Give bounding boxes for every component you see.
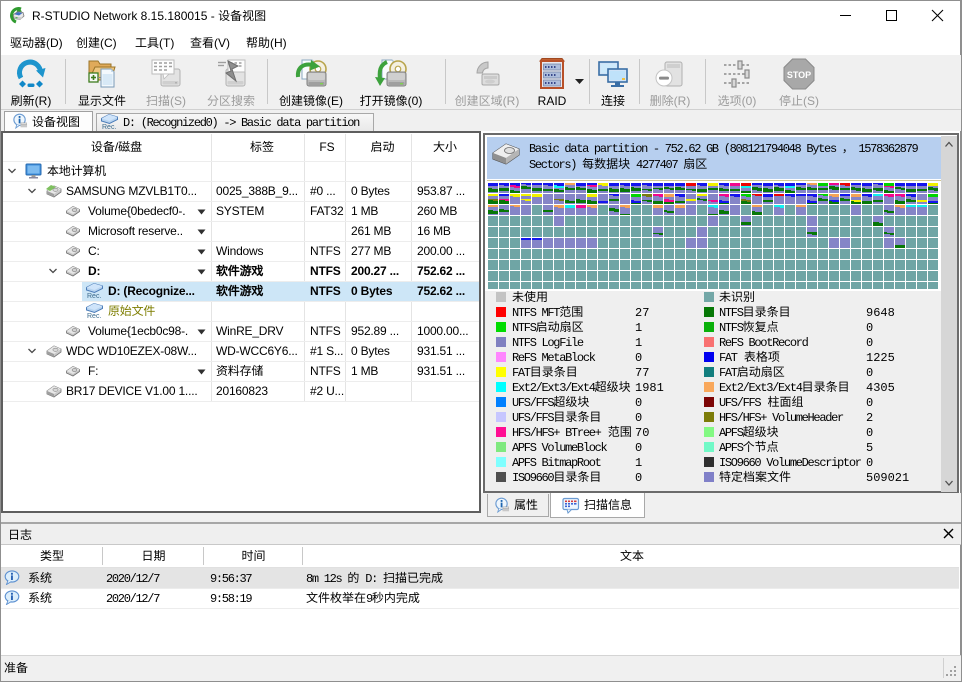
svg-text:Rec.: Rec. bbox=[87, 313, 101, 319]
svg-text:Rec.: Rec. bbox=[87, 293, 101, 299]
svg-text:Rec.: Rec. bbox=[102, 124, 116, 130]
svg-text:STOP: STOP bbox=[787, 70, 811, 80]
